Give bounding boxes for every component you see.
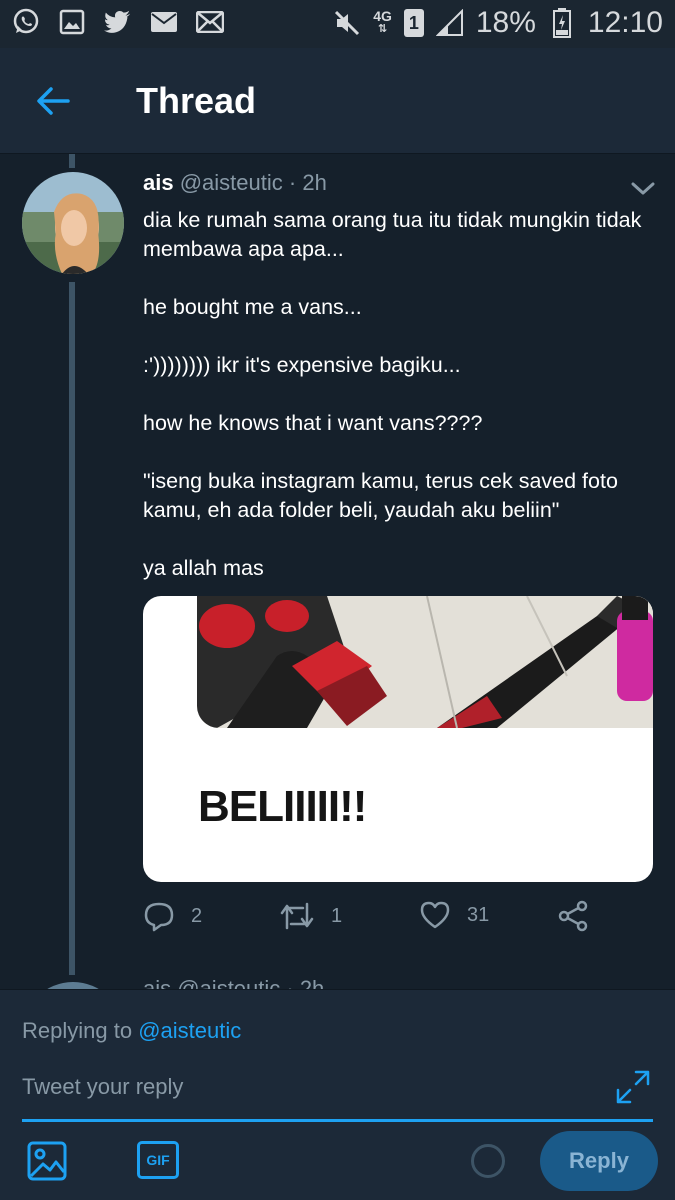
expand-icon	[616, 1070, 650, 1104]
expand-composer-button[interactable]	[614, 1068, 652, 1106]
email-icon	[196, 8, 224, 36]
back-button[interactable]	[30, 78, 76, 124]
reply-icon	[144, 902, 174, 932]
author-name[interactable]: ais	[143, 170, 174, 195]
tweet-paragraph: :')))))))) ikr it's expensive bagiku...	[143, 353, 461, 377]
share-action[interactable]	[557, 900, 589, 932]
whatsapp-icon	[12, 8, 40, 36]
battery-icon	[548, 8, 576, 38]
thread-line-top	[69, 154, 75, 168]
retweet-count: 1	[331, 904, 343, 927]
replying-to: Replying to @aisteutic	[22, 1018, 241, 1044]
sim-badge: 1	[403, 9, 424, 37]
replying-mention[interactable]: @aisteutic	[138, 1018, 241, 1043]
back-arrow-icon	[37, 87, 70, 115]
tweet-paragraph: dia ke rumah sama orang tua itu tidak mu…	[143, 208, 642, 261]
character-count-ring	[471, 1144, 505, 1178]
image-icon	[27, 1141, 67, 1181]
status-bar: 4G ⇅ 1 18% 12:10	[0, 0, 675, 48]
mail-icon	[150, 8, 178, 36]
tweet-media[interactable]: BELIIIII!!	[143, 596, 653, 882]
avatar[interactable]	[22, 172, 124, 274]
tweet-paragraph: he bought me a vans...	[143, 295, 362, 319]
gallery-icon	[58, 8, 86, 36]
reply-composer: Replying to @aisteutic GIF Reply	[0, 989, 675, 1200]
add-image-button[interactable]	[26, 1140, 68, 1182]
reply-input[interactable]	[22, 1074, 582, 1100]
media-photo	[197, 596, 653, 728]
tweet-paragraph: ya allah mas	[143, 556, 264, 580]
media-caption: BELIIIII!!	[198, 782, 367, 831]
twitter-icon	[104, 8, 132, 36]
tweet-header: ais @aisteutic · 2h	[143, 170, 327, 196]
tweet-menu-button[interactable]	[630, 180, 656, 198]
author-handle[interactable]: @aisteutic	[180, 170, 283, 195]
battery-percent: 18%	[475, 6, 536, 39]
tweet-text: dia ke rumah sama orang tua itu tidak mu…	[143, 206, 643, 612]
input-underline	[22, 1119, 653, 1122]
reply-action[interactable]: 2	[143, 900, 202, 932]
tweet-actions: 2 1 31	[143, 900, 653, 940]
system-status: 4G ⇅ 1 18% 12:10	[333, 6, 663, 40]
share-icon	[558, 900, 588, 932]
tweet-time: · 2h	[288, 170, 327, 195]
notification-icons	[12, 8, 224, 36]
like-action[interactable]: 31	[419, 900, 489, 930]
tweet-paragraph: how he knows that i want vans????	[143, 411, 483, 435]
add-gif-button[interactable]: GIF	[137, 1141, 179, 1179]
like-count: 31	[467, 903, 490, 926]
clock: 12:10	[587, 6, 663, 39]
page-title: Thread	[136, 80, 257, 121]
signal-icon	[435, 9, 464, 37]
thread-line	[69, 282, 75, 975]
replying-prefix: Replying to	[22, 1018, 133, 1043]
app-header: Thread	[0, 48, 675, 154]
reply-count: 2	[191, 904, 203, 927]
retweet-action[interactable]: 1	[279, 900, 342, 932]
heart-icon	[420, 901, 450, 929]
tweet-paragraph: "iseng buka instagram kamu, terus cek sa…	[143, 469, 618, 522]
retweet-icon	[280, 902, 314, 930]
mute-icon	[333, 9, 361, 37]
reply-button[interactable]: Reply	[540, 1131, 658, 1191]
chevron-down-icon	[631, 182, 655, 195]
network-indicator: 4G ⇅	[373, 8, 392, 35]
